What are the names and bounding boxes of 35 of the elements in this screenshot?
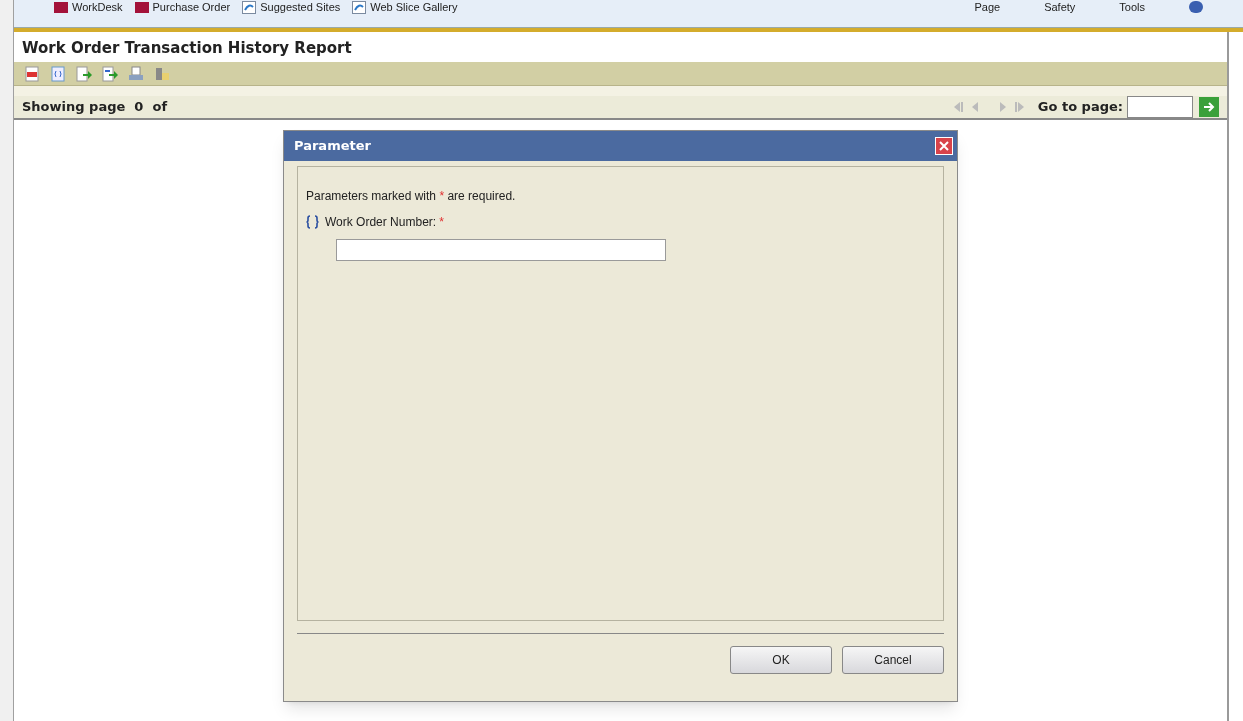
close-button[interactable] — [935, 137, 953, 155]
go-to-page-label: Go to page: — [1037, 98, 1123, 117]
work-order-number-field[interactable] — [336, 239, 666, 261]
page-status: Showing page 0 of — [22, 98, 168, 117]
page-number-field[interactable] — [1127, 96, 1193, 118]
command-menu[interactable]: Tools — [1119, 1, 1145, 13]
braces-icon — [306, 215, 319, 229]
table-of-contents-icon[interactable] — [24, 65, 40, 82]
field-label: Work Order Number: — [325, 214, 437, 231]
export-data-icon[interactable] — [76, 65, 92, 82]
parameters-icon[interactable] — [50, 65, 66, 82]
close-icon — [939, 141, 949, 151]
required-note: Parameters marked with * are required. — [306, 188, 517, 205]
dialog-title: Parameter — [294, 137, 371, 156]
web-page-icon — [352, 0, 367, 14]
command-menu[interactable]: Page — [974, 1, 1001, 13]
command-menu[interactable]: Safety — [1044, 1, 1076, 13]
dialog-button[interactable]: OK — [730, 646, 832, 674]
go-button[interactable] — [1199, 97, 1219, 117]
last-page-icon[interactable] — [1014, 101, 1026, 113]
favorite-link[interactable]: Suggested Sites — [260, 1, 341, 13]
required-mark: * — [439, 214, 444, 231]
web-page-icon — [242, 0, 257, 14]
favorite-link[interactable]: WorkDesk — [72, 1, 123, 13]
print-icon[interactable] — [128, 65, 144, 82]
next-page-icon[interactable] — [998, 101, 1007, 113]
favorite-link[interactable]: Purchase Order — [152, 1, 231, 13]
export-report-icon[interactable] — [102, 65, 118, 82]
favorite-link[interactable]: Web Slice Gallery — [370, 1, 458, 13]
arrow-right-icon — [1203, 101, 1215, 113]
report-title: Work Order Transaction History Report — [22, 37, 352, 59]
previous-page-icon[interactable] — [970, 101, 979, 113]
app-icon — [54, 1, 68, 13]
app-icon — [134, 1, 149, 13]
dialog-button[interactable]: Cancel — [842, 646, 944, 674]
